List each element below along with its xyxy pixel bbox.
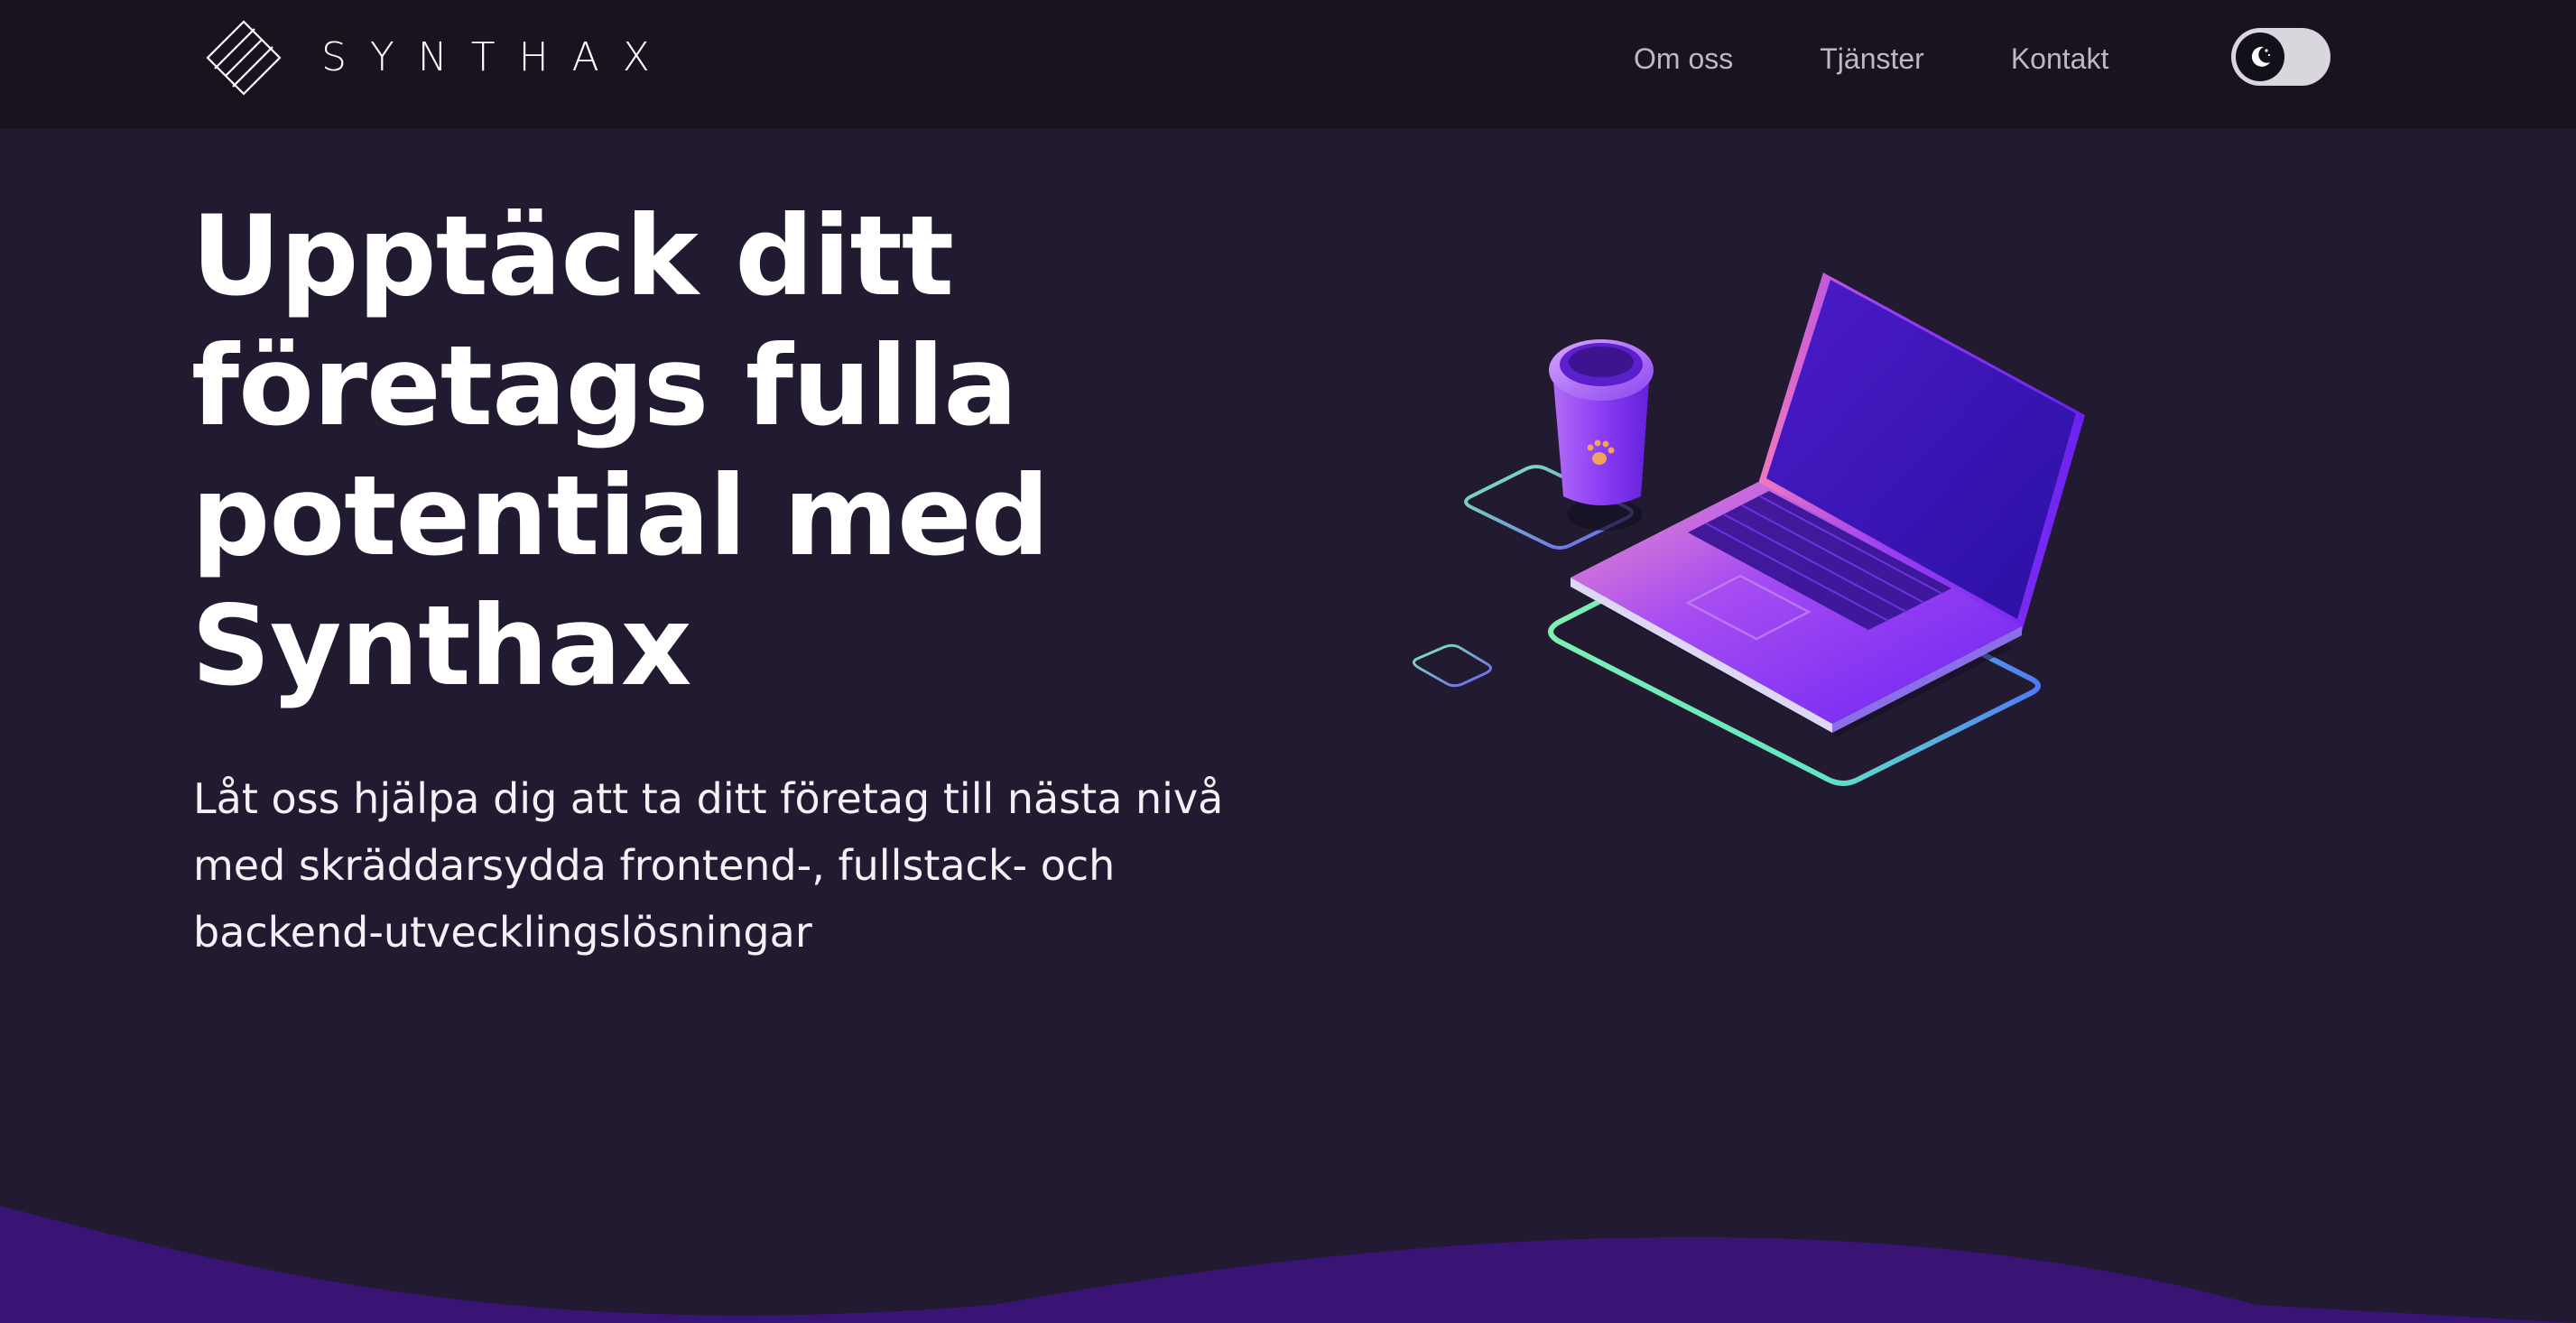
- theme-toggle[interactable]: [2231, 28, 2330, 86]
- nav-link-kontakt[interactable]: Kontakt: [2011, 42, 2109, 76]
- hero-title: Upptäck ditt företags fulla potential me…: [191, 192, 1050, 710]
- brand-name: SYNTHAX: [321, 34, 673, 80]
- toggle-knob: [2236, 32, 2284, 81]
- main-nav: Om oss Tjänster Kontakt: [1634, 0, 2108, 117]
- decorative-wave: [0, 1206, 2576, 1323]
- hero-subtitle: Låt oss hjälpa dig att ta ditt företag t…: [193, 774, 1224, 957]
- synthax-logo-icon: [206, 20, 282, 96]
- navbar: SYNTHAX Om oss Tjänster Kontakt: [0, 0, 2576, 129]
- brand-logo-link[interactable]: SYNTHAX: [206, 20, 673, 96]
- nav-link-tjanster[interactable]: Tjänster: [1820, 42, 1924, 76]
- moon-icon: [2251, 46, 2271, 67]
- nav-link-om-oss[interactable]: Om oss: [1634, 42, 1733, 76]
- laptop-coffee-illustration: [1413, 273, 2085, 786]
